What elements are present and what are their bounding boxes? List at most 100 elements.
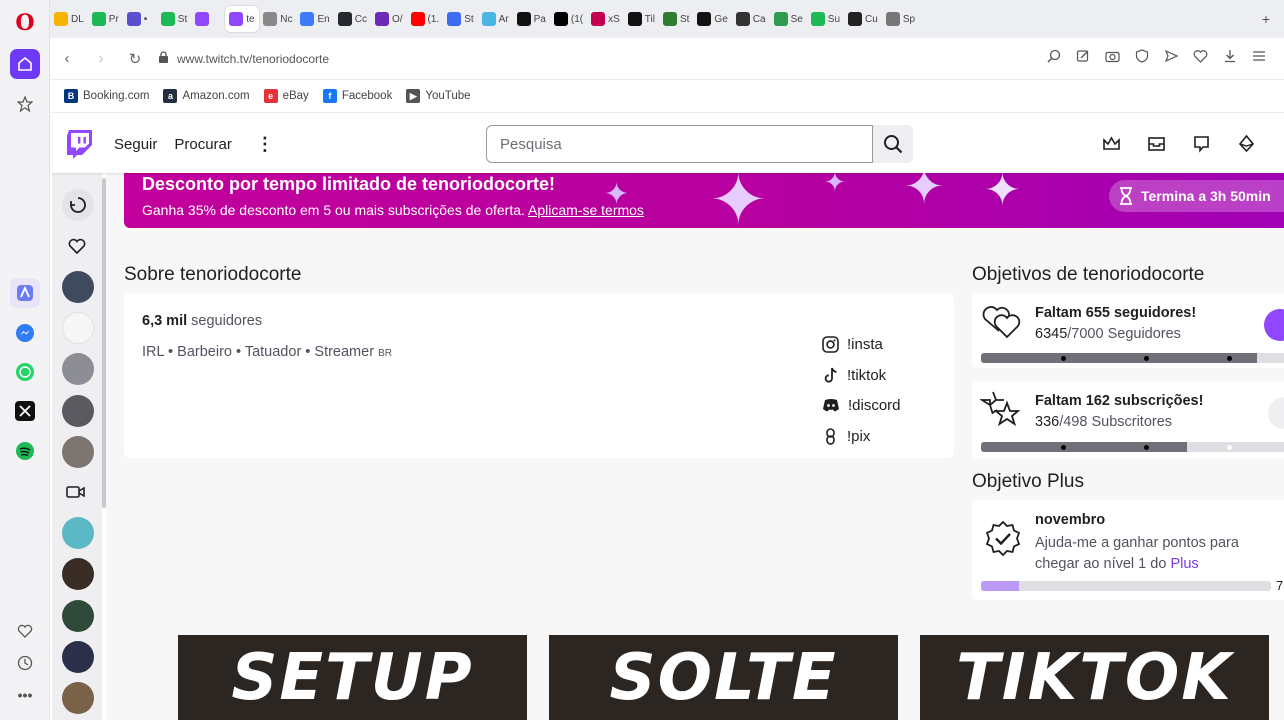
social-links: !insta !tiktok !discord !pix <box>822 329 901 452</box>
channel-panel-tiktok[interactable]: TIKTOK <box>920 635 1269 720</box>
tab-favicon-icon <box>374 12 389 26</box>
plus-keyword-link[interactable]: Plus <box>1170 556 1198 572</box>
channel-description: IRL • Barbeiro • Tatuador • Streamer BR <box>142 344 392 360</box>
search-input[interactable] <box>486 125 873 163</box>
social-link-pix[interactable]: !pix <box>822 421 901 452</box>
bookmark-item[interactable]: f Facebook <box>322 89 393 103</box>
browser-tab[interactable] <box>191 6 225 32</box>
edit-icon[interactable] <box>1076 49 1090 68</box>
channel-avatar[interactable] <box>62 682 94 714</box>
browser-tab[interactable]: Nc <box>259 6 296 32</box>
inbox-icon[interactable] <box>1147 135 1166 153</box>
browser-tab[interactable]: Pr <box>88 6 123 32</box>
spotify-icon[interactable] <box>10 436 40 466</box>
zoom-search-icon[interactable] <box>1047 49 1061 68</box>
collapse-sidebar-icon[interactable] <box>62 189 94 221</box>
channel-avatar[interactable] <box>62 312 94 344</box>
bookmark-item[interactable]: e eBay <box>263 89 309 103</box>
crown-icon[interactable] <box>1102 135 1121 153</box>
browser-tab[interactable]: Su <box>807 6 844 32</box>
channel-avatar[interactable] <box>62 558 94 590</box>
tab-favicon-icon <box>91 12 106 26</box>
lock-icon[interactable] <box>158 50 169 68</box>
terms-link[interactable]: Aplicam-se termos <box>528 202 644 218</box>
download-icon[interactable] <box>1223 49 1237 68</box>
channel-avatar[interactable] <box>62 353 94 385</box>
bookmark-favicon-icon: a <box>163 89 178 103</box>
nav-browse-link[interactable]: Procurar <box>174 136 232 153</box>
channel-panel-setup[interactable]: SETUP <box>178 635 527 720</box>
browser-tab[interactable]: Ar <box>478 6 513 32</box>
reload-icon[interactable]: ↻ <box>118 50 152 68</box>
messenger-icon[interactable] <box>10 318 40 348</box>
shield-icon[interactable] <box>1135 49 1149 68</box>
channel-panel-solte[interactable]: SOLTE <box>549 635 898 720</box>
bookmark-item[interactable]: B Booking.com <box>64 89 149 103</box>
goal-action-button[interactable] <box>1268 397 1284 429</box>
plus-month: novembro <box>1035 512 1106 528</box>
browser-tab[interactable]: St <box>659 6 693 32</box>
easy-setup-icon[interactable] <box>1252 49 1266 68</box>
social-link-instagram[interactable]: !insta <box>822 329 901 360</box>
panel-title: TIKTOK <box>956 641 1233 715</box>
opera-logo-icon[interactable]: O <box>10 8 40 38</box>
heart-icon[interactable] <box>1193 49 1208 68</box>
camera-icon[interactable] <box>1105 49 1120 68</box>
x-twitter-icon[interactable] <box>10 396 40 426</box>
bookmark-item[interactable]: a Amazon.com <box>163 89 250 103</box>
browser-tab[interactable]: Se <box>770 6 807 32</box>
channel-avatar[interactable] <box>62 395 94 427</box>
home-icon[interactable] <box>10 49 40 79</box>
back-icon[interactable]: ‹ <box>50 50 84 67</box>
browser-tab[interactable]: Pa <box>513 6 550 32</box>
browser-tab[interactable]: Cc <box>334 6 371 32</box>
browser-tab[interactable]: St <box>443 6 477 32</box>
goal-progress-bar <box>981 353 1284 363</box>
browser-tab[interactable]: Ca <box>732 6 770 32</box>
browser-tab[interactable]: Ge <box>693 6 731 32</box>
bookmark-label: Booking.com <box>83 90 150 102</box>
browser-tab[interactable]: xS <box>587 6 624 32</box>
browser-tab[interactable]: O/ <box>371 6 407 32</box>
social-link-tiktok[interactable]: !tiktok <box>822 360 901 391</box>
about-title: Sobre tenoriodocorte <box>124 264 302 285</box>
twitch-logo-icon[interactable] <box>66 129 94 159</box>
goal-action-button[interactable] <box>1264 309 1284 341</box>
nav-follow-link[interactable]: Seguir <box>114 136 157 153</box>
bookmark-label: Facebook <box>341 90 393 102</box>
bookmark-item[interactable]: ▶ YouTube <box>406 89 471 103</box>
channel-avatar[interactable] <box>62 641 94 673</box>
search-button[interactable] <box>873 125 913 163</box>
whispers-icon[interactable] <box>1192 135 1211 153</box>
new-tab-plus-icon[interactable]: + <box>1262 11 1270 27</box>
browser-tab[interactable]: Sp <box>882 6 919 32</box>
more-dots-icon[interactable]: ••• <box>10 680 40 710</box>
send-icon[interactable] <box>1164 49 1179 68</box>
browser-tab[interactable]: Til <box>624 6 659 32</box>
more-options-icon[interactable]: ⋮ <box>256 134 274 155</box>
browser-tab[interactable]: te <box>225 6 260 32</box>
browser-tab[interactable]: En <box>296 6 333 32</box>
browser-tab[interactable]: St <box>157 6 191 32</box>
channel-avatar[interactable] <box>62 600 94 632</box>
favorites-heart-icon[interactable] <box>10 616 40 646</box>
channel-avatar[interactable] <box>62 436 94 468</box>
browser-tab[interactable]: Cu <box>844 6 882 32</box>
bits-icon[interactable] <box>1237 135 1256 153</box>
tab-label: Sp <box>902 13 916 25</box>
aria-icon[interactable] <box>10 278 40 308</box>
forward-icon[interactable]: › <box>84 50 118 67</box>
speed-dial-icon[interactable] <box>10 89 40 119</box>
url-text[interactable]: www.twitch.tv/tenoriodocorte <box>177 52 329 66</box>
browser-tab[interactable]: (1( <box>550 6 587 32</box>
browser-tab[interactable]: (1. <box>407 6 444 32</box>
channel-avatar[interactable] <box>62 271 94 303</box>
banner-text: Ganha 35% de desconto em 5 ou mais subsc… <box>142 202 644 218</box>
channel-avatar[interactable] <box>62 517 94 549</box>
history-clock-icon[interactable] <box>10 648 40 678</box>
browser-tab[interactable]: • <box>123 6 157 32</box>
whatsapp-icon[interactable] <box>10 357 40 387</box>
browser-tab[interactable]: DL <box>50 6 88 32</box>
hearts-goal-icon <box>982 306 1021 339</box>
social-link-discord[interactable]: !discord <box>822 391 901 422</box>
